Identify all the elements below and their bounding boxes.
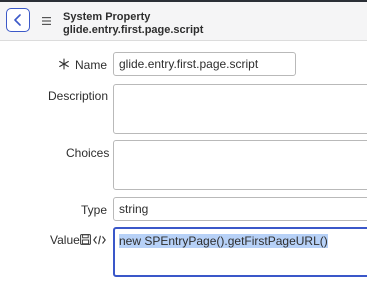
value-textarea[interactable]: new SPEntryPage().getFirstPageURL() bbox=[113, 227, 367, 277]
chevron-left-icon bbox=[14, 14, 21, 26]
value-label: Value bbox=[50, 233, 80, 247]
name-label: Name bbox=[75, 58, 108, 72]
description-textarea[interactable] bbox=[113, 84, 367, 134]
hamburger-menu-icon[interactable] bbox=[42, 17, 51, 25]
record-name-title: glide.entry.first.page.script bbox=[63, 24, 204, 36]
name-input[interactable]: glide.entry.first.page.script bbox=[113, 52, 296, 76]
type-input[interactable]: string bbox=[113, 197, 367, 221]
choices-label: Choices bbox=[66, 146, 110, 160]
required-asterisk-icon bbox=[59, 58, 69, 70]
description-label: Description bbox=[48, 89, 109, 103]
back-button[interactable] bbox=[6, 8, 30, 32]
value-selected-text: new SPEntryPage().getFirstPageURL() bbox=[119, 234, 328, 248]
choices-textarea[interactable] bbox=[113, 140, 367, 190]
floppy-disk-icon[interactable] bbox=[80, 234, 91, 245]
code-brackets-icon[interactable] bbox=[93, 235, 106, 245]
type-label: Type bbox=[81, 203, 108, 217]
form-header: System Property glide.entry.first.page.s… bbox=[0, 2, 367, 41]
record-type-title: System Property bbox=[63, 11, 151, 23]
